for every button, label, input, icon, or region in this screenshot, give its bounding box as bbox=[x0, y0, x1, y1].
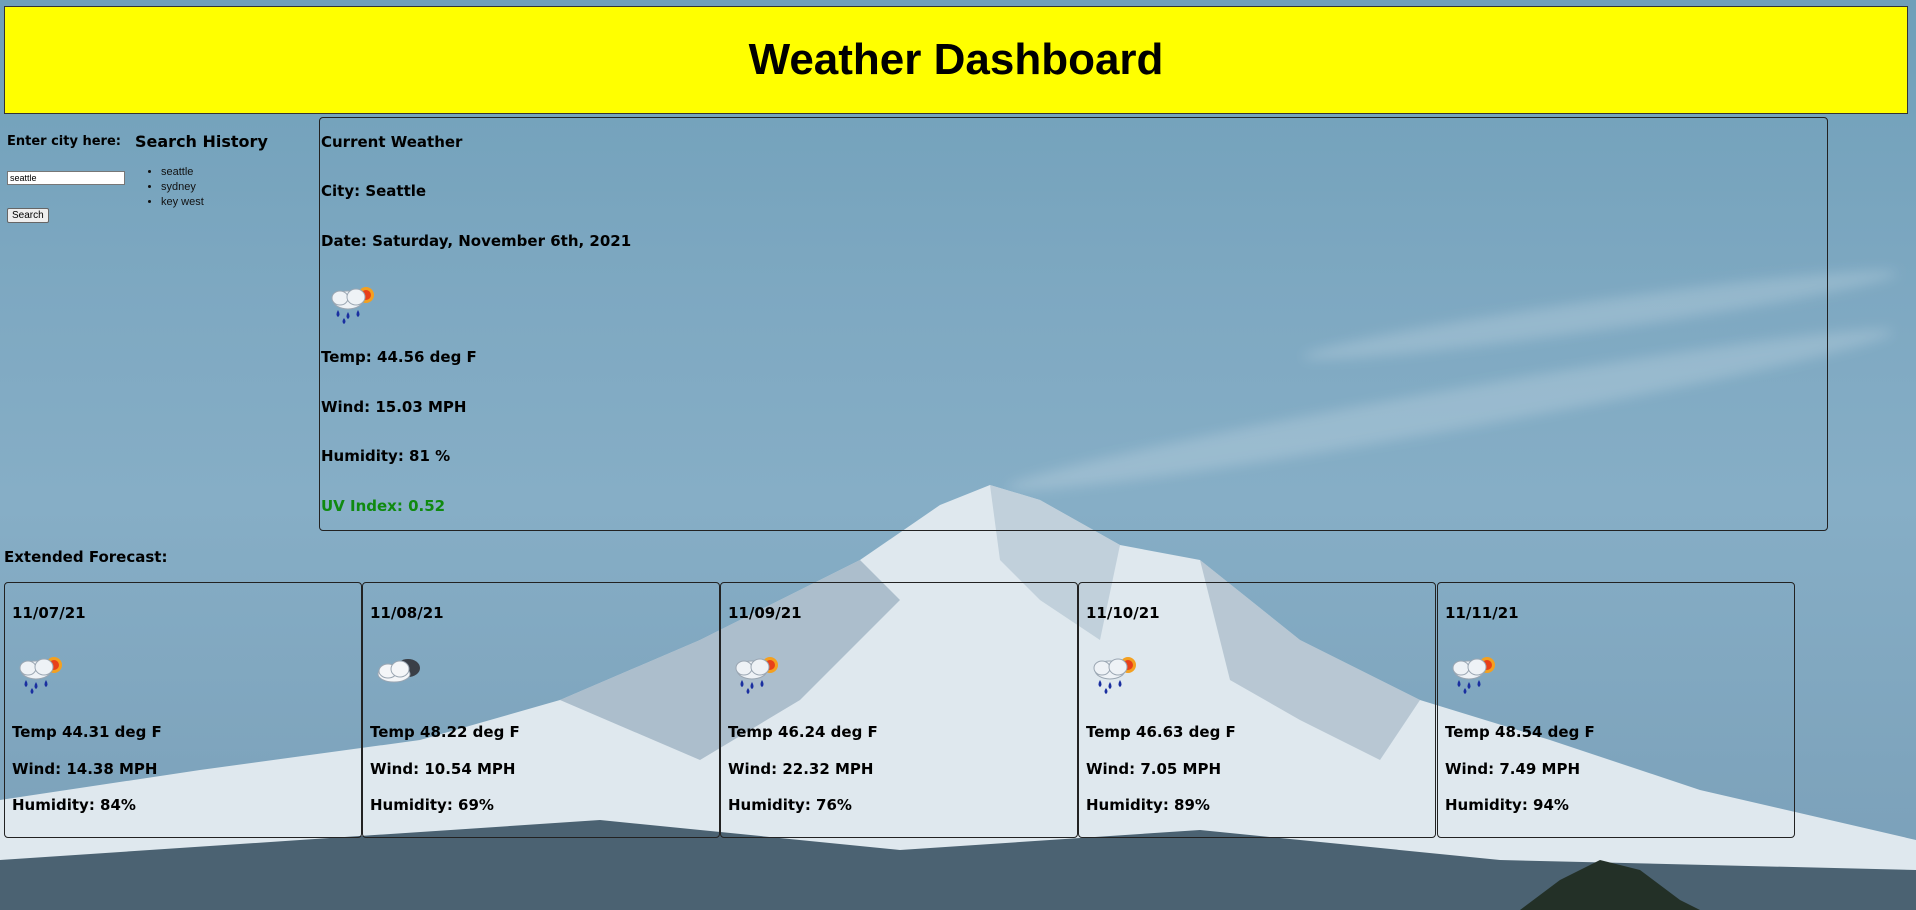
forecast-humidity: Humidity: 76% bbox=[728, 796, 852, 814]
rain-sun-icon bbox=[1093, 657, 1136, 694]
forecast-humidity: Humidity: 94% bbox=[1445, 796, 1569, 814]
forecast-humidity: Humidity: 69% bbox=[370, 796, 494, 814]
forecast-date: 11/11/21 bbox=[1445, 604, 1519, 622]
rain-sun-icon bbox=[331, 287, 374, 324]
current-uv-index: UV Index: 0.52 bbox=[321, 497, 446, 515]
forecast-wind: Wind: 10.54 MPH bbox=[370, 760, 516, 778]
forecast-card: 11/09/21 Temp 46.24 deg F Wind: 22.32 MPH H… bbox=[720, 582, 1078, 838]
app-header: Weather Dashboard bbox=[4, 6, 1908, 114]
current-weather-heading: Current Weather bbox=[321, 133, 463, 151]
current-city: City: Seattle bbox=[321, 182, 427, 200]
city-input-label: Enter city here: bbox=[7, 134, 121, 149]
rain-sun-icon bbox=[1452, 657, 1495, 694]
history-item-key-west[interactable]: key west bbox=[161, 195, 204, 210]
forecast-card: 11/07/21 Temp 44.31 deg F Wind: 14.38 MPH H… bbox=[4, 582, 362, 838]
current-date: Date: Saturday, November 6th, 2021 bbox=[321, 232, 632, 250]
forecast-card: 11/08/21 Temp 48.22 deg F Wind: 10.54 MPH H… bbox=[362, 582, 720, 838]
forecast-wind: Wind: 14.38 MPH bbox=[12, 760, 158, 778]
rain-sun-icon bbox=[735, 657, 778, 694]
forecast-card: 11/11/21 Temp 48.54 deg F Wind: 7.49 MPH Hu… bbox=[1437, 582, 1795, 838]
cloud-icon bbox=[377, 659, 420, 683]
city-search-input[interactable] bbox=[7, 171, 125, 185]
forecast-wind: Wind: 7.05 MPH bbox=[1086, 760, 1222, 778]
forecast-temp: Temp 48.54 deg F bbox=[1445, 723, 1595, 741]
current-humidity: Humidity: 81 % bbox=[321, 447, 451, 465]
forecast-humidity: Humidity: 84% bbox=[12, 796, 136, 814]
forecast-temp: Temp 44.31 deg F bbox=[12, 723, 162, 741]
forecast-card: 11/10/21 Temp 46.63 deg F Wind: 7.05 MPH Hu… bbox=[1078, 582, 1436, 838]
search-history-list: seattle sydney key west bbox=[135, 165, 204, 210]
forecast-date: 11/10/21 bbox=[1086, 604, 1160, 622]
search-history-title: Search History bbox=[135, 132, 268, 151]
current-temp: Temp: 44.56 deg F bbox=[321, 348, 477, 366]
forecast-temp: Temp 48.22 deg F bbox=[370, 723, 520, 741]
page-title: Weather Dashboard bbox=[748, 35, 1164, 84]
forecast-temp: Temp 46.24 deg F bbox=[728, 723, 878, 741]
extended-forecast-heading: Extended Forecast: bbox=[4, 548, 168, 566]
current-weather-panel: Current Weather City: Seattle Date: Satu… bbox=[319, 117, 1828, 531]
forecast-wind: Wind: 7.49 MPH bbox=[1445, 760, 1581, 778]
forecast-temp: Temp 46.63 deg F bbox=[1086, 723, 1236, 741]
forecast-wind: Wind: 22.32 MPH bbox=[728, 760, 874, 778]
history-item-sydney[interactable]: sydney bbox=[161, 180, 204, 195]
forecast-date: 11/07/21 bbox=[12, 604, 86, 622]
search-button[interactable]: Search bbox=[7, 208, 49, 223]
forecast-date: 11/09/21 bbox=[728, 604, 802, 622]
forecast-humidity: Humidity: 89% bbox=[1086, 796, 1210, 814]
rain-sun-icon bbox=[19, 657, 62, 694]
forecast-date: 11/08/21 bbox=[370, 604, 444, 622]
current-wind: Wind: 15.03 MPH bbox=[321, 398, 467, 416]
history-item-seattle[interactable]: seattle bbox=[161, 165, 204, 180]
